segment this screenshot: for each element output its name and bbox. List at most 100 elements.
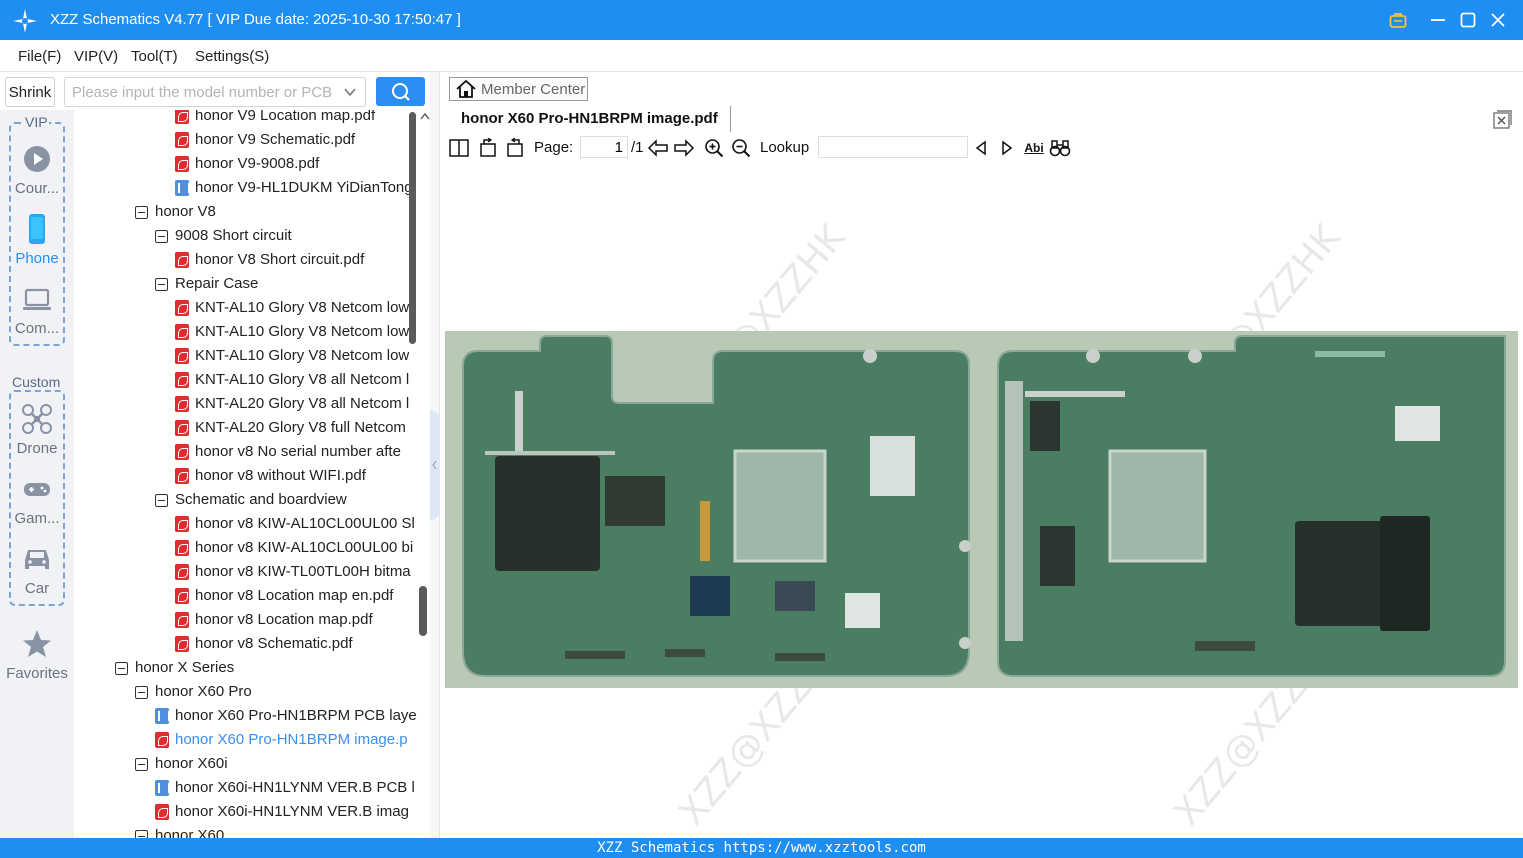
close-icon[interactable] — [1486, 8, 1510, 32]
menu-settings[interactable]: Settings(S) — [195, 48, 269, 65]
window-title: XZZ Schematics V4.77 [ VIP Due date: 202… — [50, 11, 461, 28]
document-tab[interactable]: honor X60 Pro-HN1BRPM image.pdf — [449, 106, 731, 132]
menu-file[interactable]: File(F) — [18, 48, 61, 65]
pcb-file-icon — [175, 180, 190, 196]
pdf-file-icon — [175, 612, 189, 628]
page-number-input[interactable] — [580, 136, 628, 158]
prev-page-icon[interactable] — [647, 137, 669, 159]
search-button[interactable] — [376, 77, 425, 106]
tree-scrollbar[interactable] — [408, 112, 430, 838]
search-input[interactable] — [72, 82, 332, 102]
category-car[interactable]: Car — [0, 544, 74, 606]
tree-item-label: honor X60i-HN1LYNM VER.B imag — [175, 803, 409, 820]
tree-item-label: honor V9 Schematic.pdf — [195, 131, 356, 148]
sidebar-toggle-icon[interactable] — [448, 137, 470, 159]
category-sidebar: VIP Custom Cour... Phone Com... Drone Ga… — [0, 110, 74, 838]
minimize-icon[interactable] — [1426, 8, 1450, 32]
tree-item-label: KNT-AL20 Glory V8 all Netcom l — [195, 395, 410, 412]
menu-vip[interactable]: VIP(V) — [74, 48, 118, 65]
menu-tool[interactable]: Tool(T) — [131, 48, 178, 65]
tree-item-label: honor V9 Location map.pdf — [195, 110, 376, 124]
car-icon — [25, 550, 49, 569]
tree-item-label: KNT-AL10 Glory V8 Netcom low — [195, 347, 410, 364]
pcb-board-image[interactable] — [445, 331, 1518, 688]
collapse-toggle-icon[interactable] — [155, 278, 168, 291]
pdf-file-icon — [175, 564, 189, 580]
category-computer[interactable]: Com... — [0, 284, 74, 346]
tree-item-label: honor X Series — [135, 659, 235, 676]
pcb-file-icon — [155, 780, 170, 796]
vip-bag-icon[interactable] — [1386, 8, 1410, 32]
zoom-in-icon[interactable] — [703, 137, 725, 159]
star-icon — [23, 630, 51, 657]
tree-item-label: Repair Case — [175, 275, 259, 292]
tree-item-label: 9008 Short circuit — [175, 227, 292, 244]
collapse-toggle-icon[interactable] — [155, 494, 168, 507]
category-drone[interactable]: Drone — [0, 404, 74, 466]
tree-scrollbar-thumb[interactable] — [409, 112, 416, 344]
tree-item-label: honor v8 without WIFI.pdf — [195, 467, 366, 484]
pdf-file-icon — [175, 132, 189, 148]
splitter-collapse-handle[interactable] — [430, 410, 440, 520]
tree-item-label: honor v8 Location map en.pdf — [195, 587, 394, 604]
tree-item-label: honor V8 Short circuit.pdf — [195, 251, 365, 268]
home-icon — [456, 79, 476, 98]
play-circle-icon — [24, 146, 50, 172]
category-game[interactable]: Gam... — [0, 474, 74, 536]
rotate-right-icon[interactable] — [504, 137, 526, 159]
collapse-toggle-icon[interactable] — [135, 830, 148, 838]
member-center-label: Member Center — [481, 80, 586, 98]
close-tab-icon[interactable] — [1493, 110, 1512, 129]
tree-item-label: KNT-AL10 Glory V8 all Netcom l — [195, 371, 410, 388]
tree-item-label: honor v8 Schematic.pdf — [195, 635, 353, 652]
scroll-up-arrow-icon[interactable] — [420, 112, 430, 120]
pdf-file-icon — [175, 468, 189, 484]
chevron-down-icon[interactable] — [343, 85, 357, 99]
pdf-file-icon — [155, 804, 169, 820]
collapse-toggle-icon[interactable] — [135, 758, 148, 771]
pdf-file-icon — [175, 110, 189, 124]
tree-item-label: honor X60 Pro-HN1BRPM PCB laye — [175, 707, 417, 724]
zoom-out-icon[interactable] — [730, 137, 752, 159]
category-favorites[interactable]: Favorites — [0, 629, 74, 691]
page-total: /1 — [631, 139, 644, 156]
tree-item-label: honor v8 KIW-TL00TL00H bitma — [195, 563, 411, 580]
category-courses[interactable]: Cour... — [0, 144, 74, 206]
tree-item-label: honor V8 — [155, 203, 216, 220]
pdf-file-icon — [175, 396, 189, 412]
collapse-toggle-icon[interactable] — [115, 662, 128, 675]
tree-item-label: honor v8 KIW-AL10CL00UL00 Sl — [195, 515, 415, 532]
pdf-file-icon — [175, 156, 189, 172]
tree-item-label: KNT-AL20 Glory V8 full Netcom — [195, 419, 406, 436]
member-center-button[interactable]: Member Center — [449, 77, 588, 101]
tree-item-label: honor V9-HL1DUKM YiDianTong — [195, 179, 413, 196]
collapse-toggle-icon[interactable] — [135, 686, 148, 699]
collapse-toggle-icon[interactable] — [155, 230, 168, 243]
pdf-file-icon — [175, 324, 189, 340]
pcb-board-left — [462, 335, 971, 677]
pdf-file-icon — [175, 516, 189, 532]
binoculars-icon[interactable] — [1049, 137, 1071, 159]
next-page-icon[interactable] — [673, 137, 695, 159]
tree-item-label: honor X60 Pro — [155, 683, 252, 700]
find-next-icon[interactable] — [996, 137, 1018, 159]
lookup-input[interactable] — [818, 136, 968, 158]
shrink-button[interactable]: Shrink — [5, 77, 55, 107]
category-phone[interactable]: Phone — [0, 214, 74, 276]
collapse-toggle-icon[interactable] — [135, 206, 148, 219]
maximize-icon[interactable] — [1456, 8, 1480, 32]
pdf-file-icon — [175, 348, 189, 364]
menu-bar: File(F) VIP(V) Tool(T) Settings(S) — [0, 40, 1523, 72]
find-previous-icon[interactable] — [970, 137, 992, 159]
tree-item-label: honor v8 No serial number afte — [195, 443, 401, 460]
match-case-icon[interactable]: Abi — [1023, 137, 1045, 159]
custom-group-label: Custom — [11, 374, 62, 390]
tree-item-label: KNT-AL10 Glory V8 Netcom low — [195, 323, 410, 340]
tree-item-label: honor X60i-HN1LYNM VER.B PCB l — [175, 779, 415, 796]
pdf-toolbar: Page: /1 Lookup Abi — [443, 134, 1523, 162]
tree-scrollbar-thumb-secondary[interactable] — [419, 586, 427, 636]
pdf-file-icon — [175, 636, 189, 652]
rotate-left-icon[interactable] — [477, 137, 499, 159]
tree-item-label: honor v8 KIW-AL10CL00UL00 bi — [195, 539, 414, 556]
panel-splitter[interactable] — [430, 72, 440, 838]
